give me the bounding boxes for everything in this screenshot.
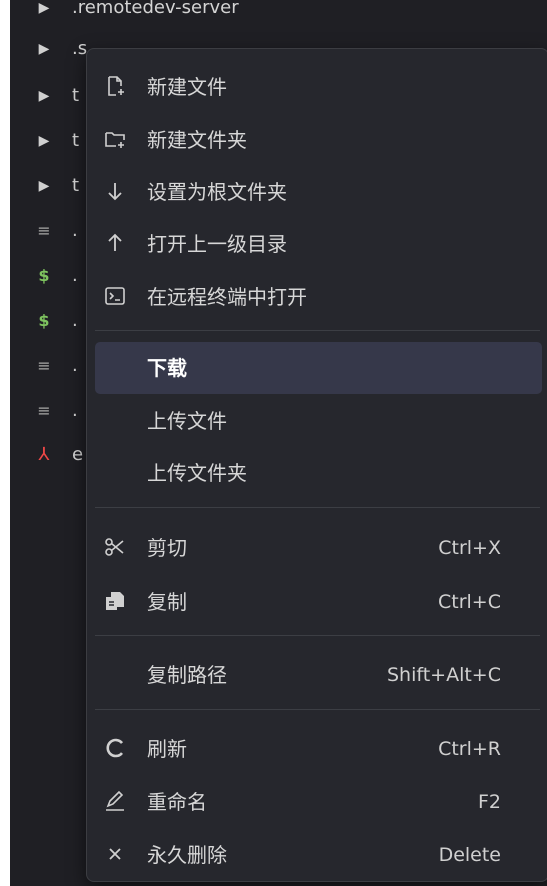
menu-item-delete[interactable]: 永久删除 Delete xyxy=(95,829,542,881)
tree-item-label: t xyxy=(72,130,80,151)
menu-separator xyxy=(95,507,540,508)
menu-item-new-folder[interactable]: 新建文件夹 xyxy=(95,114,542,166)
menu-item-label: 剪切 xyxy=(147,536,187,560)
new-file-icon xyxy=(103,74,129,100)
shell-script-icon: $ xyxy=(38,266,50,285)
tree-item-label: .s xyxy=(72,38,88,59)
refresh-icon xyxy=(103,736,129,762)
text-file-icon: ≡ xyxy=(37,356,51,375)
menu-item-label: 设置为根文件夹 xyxy=(147,180,287,204)
shell-script-icon: $ xyxy=(38,311,50,330)
chevron-right-icon[interactable]: ▶ xyxy=(34,0,54,21)
shortcut-label: Shift+Alt+C xyxy=(386,664,501,686)
tree-item-folder[interactable]: ▶ .remotedev-server xyxy=(10,0,239,21)
shortcut-label: Ctrl+X xyxy=(438,537,501,559)
menu-item-label: 复制 xyxy=(147,590,187,614)
menu-item-new-file[interactable]: 新建文件 xyxy=(95,61,542,113)
tree-item-label: . xyxy=(72,265,78,286)
tree-item-label: . xyxy=(72,310,78,331)
pencil-icon xyxy=(103,789,129,815)
new-folder-icon xyxy=(103,127,129,153)
chevron-right-icon[interactable]: ▶ xyxy=(34,128,54,154)
menu-item-rename[interactable]: 重命名 F2 xyxy=(95,776,542,828)
menu-item-label: 上传文件 xyxy=(147,409,227,433)
menu-item-open-parent[interactable]: 打开上一级目录 xyxy=(95,218,542,270)
menu-item-label: 刷新 xyxy=(147,737,187,761)
chevron-right-icon[interactable]: ▶ xyxy=(34,36,54,62)
menu-separator xyxy=(95,330,540,331)
app-window: ▶ .remotedev-server ▶ .s ▶ t ▶ t ▶ t ≡ .… xyxy=(0,0,547,886)
context-menu: 新建文件 新建文件夹 设置为根文件夹 打开上一级目录 在远程终端中打开 下载 上… xyxy=(86,48,547,882)
scissors-icon xyxy=(103,535,129,561)
shortcut-label: F2 xyxy=(477,791,501,813)
shortcut-label: Ctrl+R xyxy=(438,738,501,760)
chevron-right-icon[interactable]: ▶ xyxy=(34,83,54,109)
menu-item-label: 在远程终端中打开 xyxy=(147,285,307,309)
tree-item-label: t xyxy=(72,175,80,196)
menu-separator xyxy=(95,709,540,710)
menu-item-label: 永久删除 xyxy=(147,843,227,867)
text-file-icon: ≡ xyxy=(37,401,51,420)
menu-item-label: 上传文件夹 xyxy=(147,461,247,485)
menu-item-label: 新建文件 xyxy=(147,75,227,99)
chevron-right-icon[interactable]: ▶ xyxy=(34,173,54,199)
menu-item-upload-folder[interactable]: 上传文件夹 xyxy=(95,447,542,499)
menu-item-open-in-terminal[interactable]: 在远程终端中打开 xyxy=(95,271,542,323)
menu-item-cut[interactable]: 剪切 Ctrl+X xyxy=(95,522,542,574)
close-icon xyxy=(103,842,129,868)
menu-item-refresh[interactable]: 刷新 Ctrl+R xyxy=(95,723,542,775)
shortcut-label: Delete xyxy=(438,844,501,866)
shortcut-label: Ctrl+C xyxy=(438,591,501,613)
arrow-up-icon xyxy=(103,231,129,257)
menu-item-label: 下载 xyxy=(147,356,187,380)
menu-separator xyxy=(95,635,540,636)
menu-item-download[interactable]: 下载 xyxy=(95,342,542,394)
pdf-file-icon: ⅄ xyxy=(38,444,50,465)
tree-item-label: . xyxy=(72,220,78,241)
tree-item-label: . xyxy=(72,400,78,421)
terminal-icon xyxy=(103,284,129,310)
tree-item-label: . xyxy=(72,355,78,376)
tree-item-label: t xyxy=(72,85,80,106)
menu-item-upload-file[interactable]: 上传文件 xyxy=(95,395,542,447)
tree-item-label: e xyxy=(72,444,84,465)
text-file-icon: ≡ xyxy=(37,221,51,240)
menu-item-label: 复制路径 xyxy=(147,663,227,687)
tree-item-label: .remotedev-server xyxy=(72,0,239,18)
copy-icon xyxy=(103,589,129,615)
menu-item-label: 新建文件夹 xyxy=(147,128,247,152)
menu-item-copy[interactable]: 复制 Ctrl+C xyxy=(95,576,542,628)
menu-item-label: 打开上一级目录 xyxy=(147,232,287,256)
arrow-down-icon xyxy=(103,179,129,205)
menu-item-label: 重命名 xyxy=(147,790,207,814)
menu-item-copy-path[interactable]: 复制路径 Shift+Alt+C xyxy=(95,649,542,701)
menu-item-set-as-root[interactable]: 设置为根文件夹 xyxy=(95,166,542,218)
